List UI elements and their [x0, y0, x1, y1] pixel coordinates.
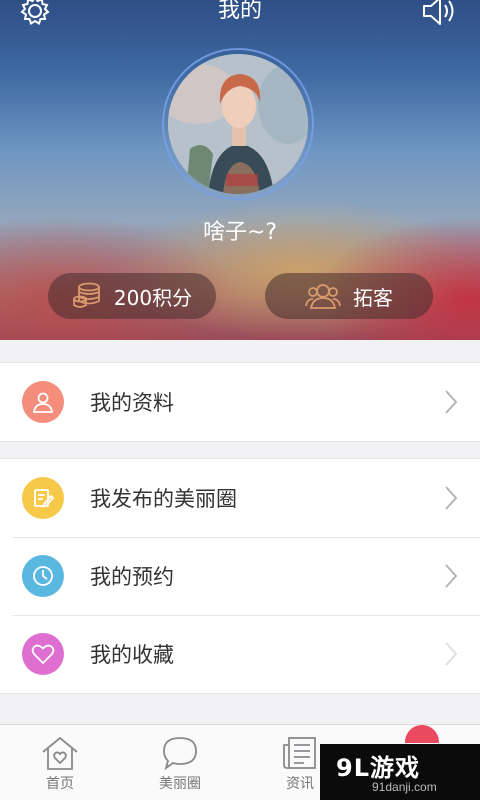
- tuoke-label: 拓客: [353, 285, 393, 310]
- coins-icon: [73, 282, 100, 308]
- menu-item-my-appointments[interactable]: 我的预约: [0, 537, 480, 615]
- avatar[interactable]: [168, 54, 308, 194]
- tab-label: 美丽圈: [159, 776, 201, 792]
- chevron-right-icon: [445, 564, 458, 588]
- avatar-photo-icon: [168, 54, 308, 194]
- people-icon: [305, 284, 341, 309]
- watermark-sub: 91danji.com: [372, 780, 437, 794]
- user-icon: [22, 381, 64, 423]
- speaker-icon[interactable]: [420, 0, 460, 28]
- watermark-main: 9L游戏: [336, 754, 420, 782]
- points-button[interactable]: 200积分: [48, 273, 216, 319]
- menu-item-my-favorites[interactable]: 我的收藏: [0, 615, 480, 693]
- points-label: 200积分: [113, 285, 193, 310]
- menu-label: 我发布的美丽圈: [90, 487, 237, 511]
- notification-badge: [405, 725, 439, 743]
- chevron-right-icon: [445, 486, 458, 510]
- menu-item-my-profile[interactable]: 我的资料: [0, 363, 480, 441]
- menu-group-profile: 我的资料: [0, 362, 480, 442]
- chevron-right-icon: [445, 642, 458, 666]
- tuoke-button[interactable]: 拓客: [265, 273, 433, 319]
- clock-icon: [22, 555, 64, 597]
- chevron-right-icon: [445, 390, 458, 414]
- home-heart-icon: [42, 736, 78, 770]
- profile-header: 我的 啥子~? 200积分 拓客: [0, 0, 480, 340]
- heart-icon: [22, 633, 64, 675]
- news-icon: [283, 737, 316, 769]
- edit-note-icon: [22, 477, 64, 519]
- page-title: 我的: [217, 0, 262, 23]
- menu-group-activity: 我发布的美丽圈 我的预约 我的收藏: [0, 458, 480, 694]
- tab-home[interactable]: 首页: [0, 725, 120, 800]
- menu-label: 我的预约: [90, 565, 174, 589]
- tab-label: 首页: [46, 776, 74, 792]
- menu-label: 我的资料: [90, 391, 174, 415]
- menu-label: 我的收藏: [90, 643, 174, 667]
- username: 啥子~?: [202, 220, 278, 245]
- tab-beauty-circle[interactable]: 美丽圈: [120, 725, 240, 800]
- chat-bubble-icon: [163, 737, 197, 771]
- menu-item-my-posts[interactable]: 我发布的美丽圈: [0, 459, 480, 537]
- watermark-logo: 9L游戏 91danji.com: [320, 744, 480, 800]
